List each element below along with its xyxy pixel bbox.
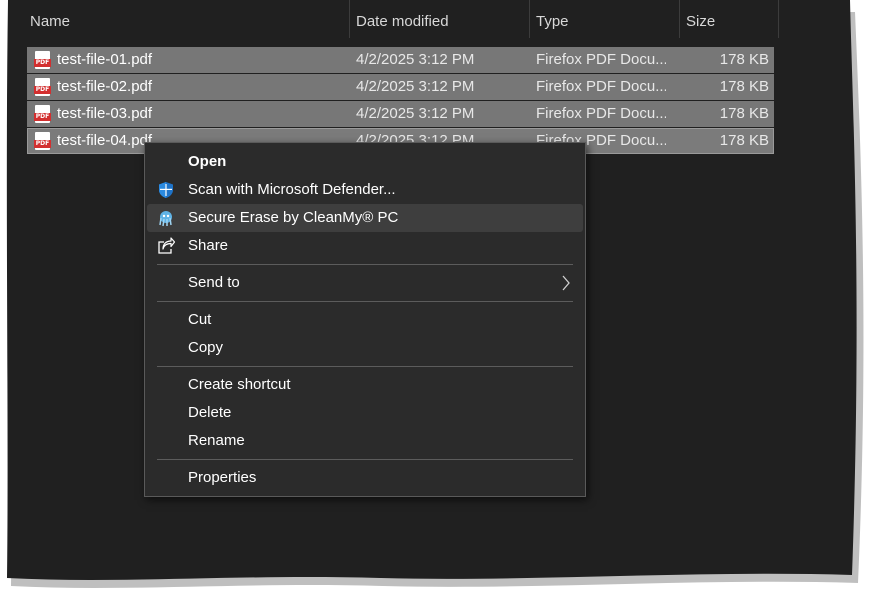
column-name[interactable]: Name — [24, 0, 350, 38]
context-menu: Open Scan with Microsoft Defender... Sec… — [144, 142, 586, 497]
file-size: 178 KB — [719, 105, 769, 122]
menu-item-send-to[interactable]: Send to — [147, 269, 583, 297]
file-name: test-file-01.pdf — [57, 51, 153, 68]
cleanmy-pc-icon — [159, 211, 172, 227]
shield-icon — [159, 182, 173, 198]
menu-item-open[interactable]: Open — [147, 148, 583, 176]
file-type: Firefox PDF Docu... — [536, 105, 666, 122]
menu-item-cut[interactable]: Cut — [147, 306, 583, 334]
share-icon — [158, 237, 175, 254]
file-date: 4/2/2025 3:12 PM — [356, 78, 475, 95]
column-header: Name Date modified Type Size — [8, 0, 779, 38]
file-type: Firefox PDF Docu... — [536, 78, 666, 95]
file-size: 178 KB — [719, 132, 769, 149]
file-name: test-file-03.pdf — [57, 105, 153, 122]
menu-item-label: Delete — [188, 404, 232, 421]
file-list: test-file-01.pdf 4/2/2025 3:12 PM Firefo… — [27, 47, 774, 155]
pdf-file-icon — [34, 132, 51, 150]
menu-item-label: Copy — [188, 339, 224, 356]
menu-item-label: Share — [188, 237, 229, 254]
menu-item-label: Scan with Microsoft Defender... — [188, 181, 396, 198]
column-size-label: Size — [686, 13, 716, 30]
pdf-file-icon — [34, 78, 51, 96]
menu-item-share[interactable]: Share — [147, 232, 583, 260]
pdf-file-icon — [34, 51, 51, 69]
menu-item-secure-erase[interactable]: Secure Erase by CleanMy® PC — [147, 204, 583, 232]
file-row[interactable]: test-file-03.pdf 4/2/2025 3:12 PM Firefo… — [27, 101, 774, 127]
file-date: 4/2/2025 3:12 PM — [356, 105, 475, 122]
menu-item-label: Secure Erase by CleanMy® PC — [188, 209, 399, 226]
menu-item-delete[interactable]: Delete — [147, 399, 583, 427]
menu-item-properties[interactable]: Properties — [147, 464, 583, 492]
column-name-label: Name — [30, 13, 71, 30]
menu-separator — [157, 459, 573, 460]
column-date-label: Date modified — [356, 13, 449, 30]
file-type: Firefox PDF Docu... — [536, 51, 666, 68]
file-row[interactable]: test-file-02.pdf 4/2/2025 3:12 PM Firefo… — [27, 74, 774, 100]
pdf-file-icon — [34, 105, 51, 123]
file-row[interactable]: test-file-01.pdf 4/2/2025 3:12 PM Firefo… — [27, 47, 774, 73]
menu-separator — [157, 301, 573, 302]
chevron-right-icon — [562, 275, 570, 291]
column-type[interactable]: Type — [530, 0, 680, 38]
menu-item-rename[interactable]: Rename — [147, 427, 583, 455]
file-date: 4/2/2025 3:12 PM — [356, 51, 475, 68]
menu-separator — [157, 264, 573, 265]
column-type-label: Type — [536, 13, 569, 30]
menu-item-create-shortcut[interactable]: Create shortcut — [147, 371, 583, 399]
menu-item-label: Send to — [188, 274, 240, 291]
menu-item-copy[interactable]: Copy — [147, 334, 583, 362]
menu-item-label: Properties — [188, 469, 257, 486]
menu-item-scan-defender[interactable]: Scan with Microsoft Defender... — [147, 176, 583, 204]
file-size: 178 KB — [719, 78, 769, 95]
file-size: 178 KB — [719, 51, 769, 68]
menu-item-label: Rename — [188, 432, 245, 449]
menu-item-label: Cut — [188, 311, 212, 328]
column-date-modified[interactable]: Date modified — [350, 0, 530, 38]
file-name: test-file-02.pdf — [57, 78, 153, 95]
menu-item-label: Create shortcut — [188, 376, 291, 393]
menu-item-label: Open — [188, 153, 227, 170]
menu-separator — [157, 366, 573, 367]
column-size[interactable]: Size — [680, 0, 779, 38]
